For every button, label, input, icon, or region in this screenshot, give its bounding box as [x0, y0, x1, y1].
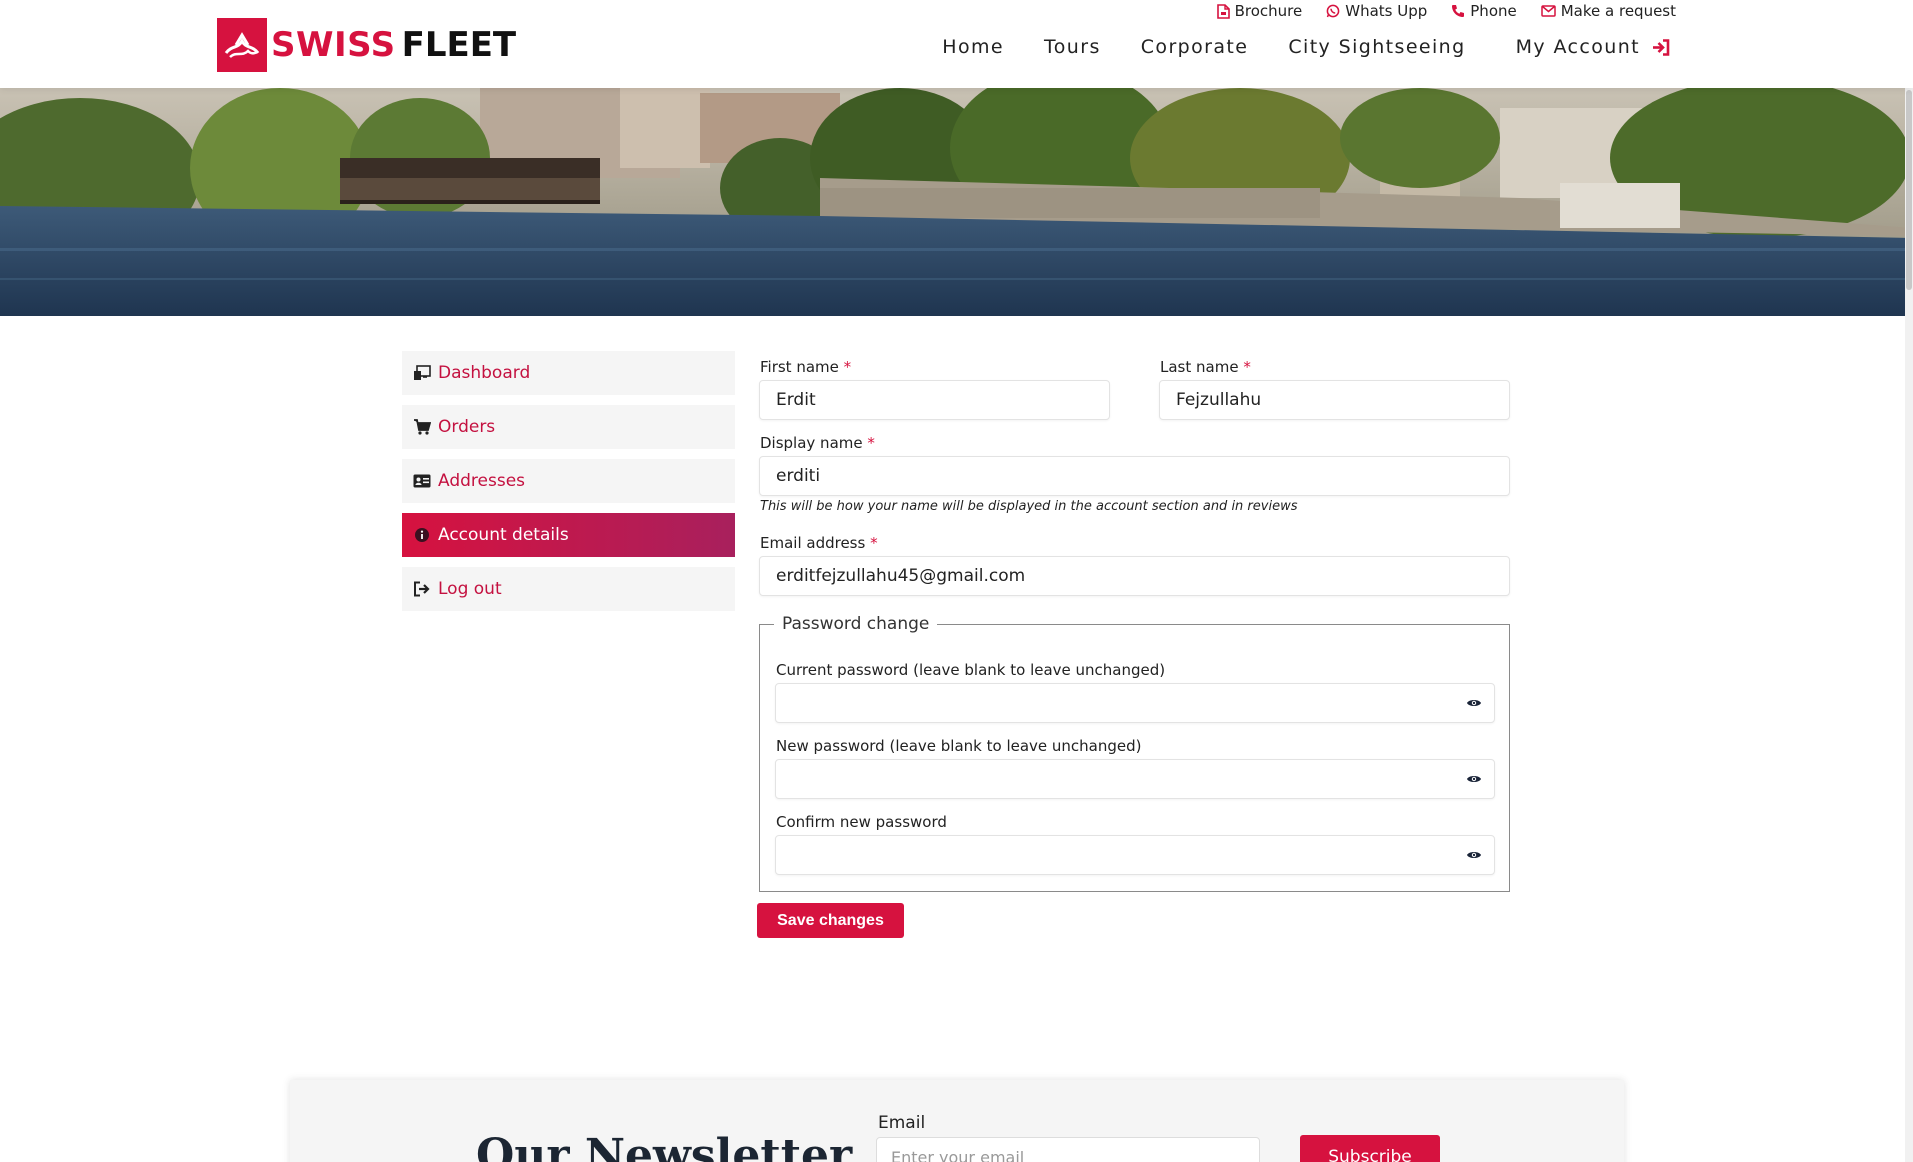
display-name-hint: This will be how your name will be displ…: [760, 499, 1298, 514]
hero-banner-image: [0, 88, 1913, 316]
make-request-link[interactable]: Make a request: [1540, 2, 1676, 20]
last-name-field[interactable]: Fejzullahu: [1159, 380, 1510, 420]
email-field[interactable]: erditfejzullahu45@gmail.com: [759, 556, 1510, 596]
first-name-value: Erdit: [776, 390, 816, 410]
show-password-icon[interactable]: [1466, 849, 1482, 861]
nav-home[interactable]: Home: [942, 36, 1004, 58]
last-name-label: Last name *: [1160, 358, 1251, 376]
display-name-label-text: Display name: [760, 434, 863, 452]
required-marker: *: [843, 358, 852, 376]
sidebar-item-label: Log out: [438, 579, 502, 599]
display-name-field[interactable]: erditi: [759, 456, 1510, 496]
nav-corporate[interactable]: Corporate: [1141, 36, 1249, 58]
logo-text-swiss: SWISS: [271, 25, 396, 65]
show-password-icon[interactable]: [1466, 697, 1482, 709]
sidebar-item-orders[interactable]: Orders: [402, 405, 735, 449]
show-password-icon[interactable]: [1466, 773, 1482, 785]
email-label-text: Email address: [760, 534, 866, 552]
new-password-label: New password (leave blank to leave uncha…: [776, 737, 1142, 755]
sidebar-item-log-out[interactable]: Log out: [402, 567, 735, 611]
phone-link[interactable]: Phone: [1451, 2, 1517, 20]
brochure-label: Brochure: [1234, 2, 1303, 20]
confirm-password-field[interactable]: [775, 835, 1495, 875]
nav-my-account[interactable]: My Account: [1516, 36, 1670, 58]
dashboard-icon: [412, 364, 432, 382]
display-name-value: erditi: [776, 466, 821, 486]
sidebar-item-label: Account details: [438, 525, 569, 545]
subscribe-button[interactable]: Subscribe: [1300, 1135, 1440, 1162]
top-utility-bar: Brochure Whats Upp Phone Make a request: [1216, 2, 1676, 20]
file-pdf-icon: [1216, 3, 1230, 19]
first-name-field[interactable]: Erdit: [759, 380, 1110, 420]
whatsapp-icon: [1326, 4, 1340, 18]
site-header: SWISS FLEET Brochure Whats Upp Phone Mak…: [0, 0, 1913, 88]
my-account-label: My Account: [1515, 36, 1640, 58]
sidebar-item-addresses[interactable]: Addresses: [402, 459, 735, 503]
current-password-label: Current password (leave blank to leave u…: [776, 661, 1166, 679]
sign-out-icon: [412, 580, 432, 598]
main-navigation: Home Tours Corporate City Sightseeing My…: [942, 36, 1670, 58]
required-marker: *: [870, 534, 878, 552]
newsletter-email-label: Email: [878, 1113, 926, 1133]
sidebar-item-account-details[interactable]: Account details: [402, 513, 735, 557]
scrollbar-thumb[interactable]: [1906, 90, 1912, 290]
new-password-field[interactable]: [775, 759, 1495, 799]
phone-label: Phone: [1470, 2, 1517, 20]
save-changes-button[interactable]: Save changes: [757, 903, 904, 938]
envelope-icon: [1540, 5, 1556, 17]
page-scrollbar[interactable]: [1905, 0, 1913, 1162]
nav-tours[interactable]: Tours: [1044, 36, 1101, 58]
info-icon: [412, 526, 432, 544]
last-name-label-text: Last name: [1160, 358, 1239, 376]
sidebar-item-label: Addresses: [438, 471, 526, 491]
sidebar-item-label: Orders: [438, 417, 496, 437]
email-value: erditfejzullahu45@gmail.com: [776, 566, 1026, 586]
last-name-value: Fejzullahu: [1176, 390, 1262, 410]
sidebar-item-dashboard[interactable]: Dashboard: [402, 351, 735, 395]
sign-in-icon: [1653, 38, 1670, 56]
newsletter-title: Our Newsletter: [476, 1130, 853, 1162]
whatsapp-link[interactable]: Whats Upp: [1326, 2, 1427, 20]
logo-text-fleet: FLEET: [401, 25, 517, 65]
confirm-password-label: Confirm new password: [776, 813, 947, 831]
password-change-legend: Password change: [774, 614, 938, 634]
first-name-label: First name *: [760, 358, 851, 376]
logo-mark-icon: [217, 18, 267, 72]
whatsapp-label: Whats Upp: [1345, 2, 1428, 20]
required-marker: *: [867, 434, 875, 452]
current-password-field[interactable]: [775, 683, 1495, 723]
nav-city-sightseeing[interactable]: City Sightseeing: [1288, 36, 1465, 58]
first-name-label-text: First name: [760, 358, 839, 376]
site-logo[interactable]: SWISS FLEET: [217, 18, 516, 72]
newsletter-email-input[interactable]: Enter your email: [876, 1137, 1260, 1162]
make-request-label: Make a request: [1560, 2, 1676, 20]
sidebar-item-label: Dashboard: [438, 363, 531, 383]
phone-icon: [1452, 5, 1465, 17]
brochure-link[interactable]: Brochure: [1216, 2, 1303, 20]
id-card-icon: [412, 472, 432, 490]
account-navigation: Dashboard Orders Addresses Account detai…: [402, 351, 735, 621]
email-label: Email address *: [760, 534, 878, 552]
display-name-label: Display name *: [760, 434, 875, 452]
cart-icon: [412, 418, 432, 436]
required-marker: *: [1243, 358, 1251, 376]
